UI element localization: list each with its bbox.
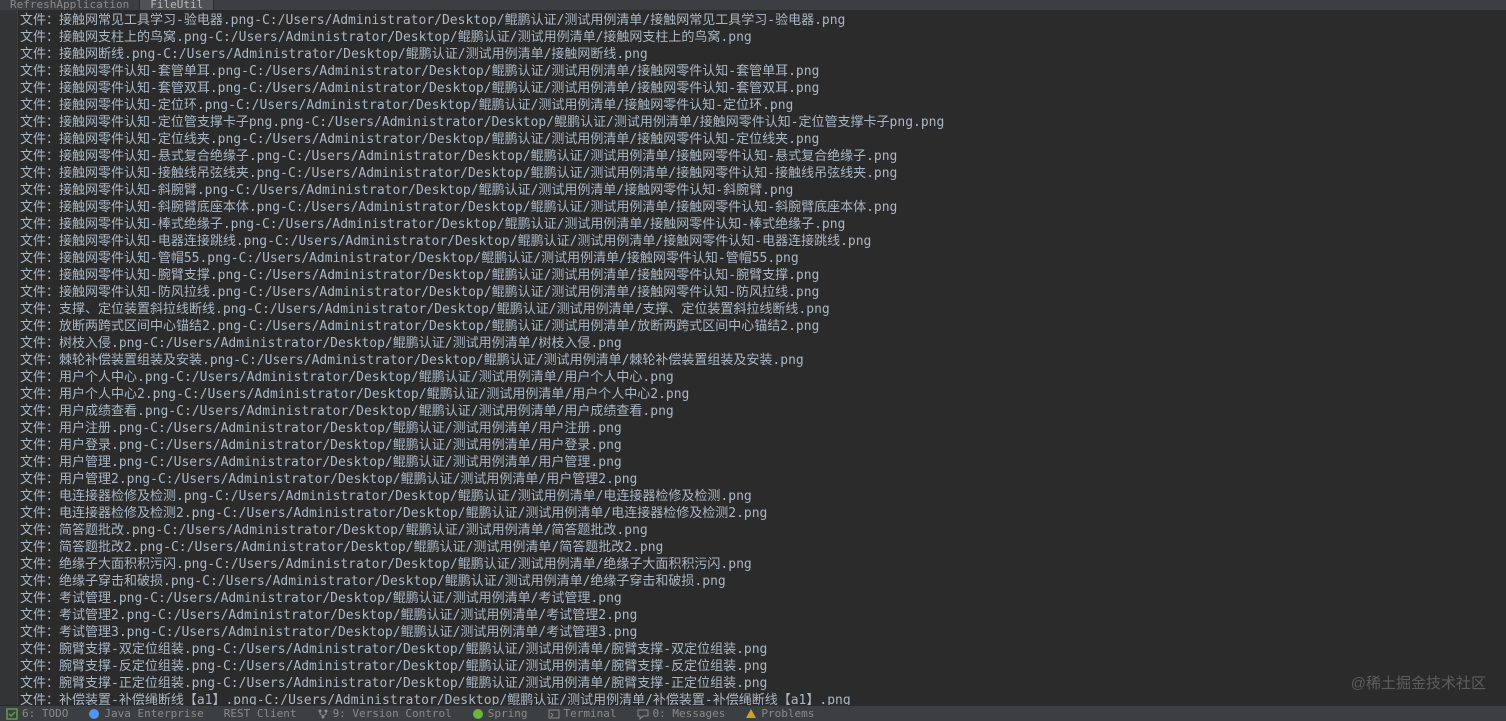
spring-icon bbox=[472, 708, 484, 720]
tab-refresh-application[interactable]: RefreshApplication bbox=[0, 0, 140, 10]
tab-label: RefreshApplication bbox=[10, 0, 129, 10]
tab-label: FileUtil bbox=[150, 0, 203, 10]
console-line: 文件：接触网零件认知-定位环.png-C:/Users/Administrato… bbox=[20, 97, 1506, 114]
console-line: 文件：用户个人中心2.png-C:/Users/Administrator/De… bbox=[20, 386, 1506, 403]
console-line: 文件：用户管理.png-C:/Users/Administrator/Deskt… bbox=[20, 454, 1506, 471]
console-line: 文件：简答题批改.png-C:/Users/Administrator/Desk… bbox=[20, 522, 1506, 539]
console-line: 文件：接触网零件认知-管帽55.png-C:/Users/Administrat… bbox=[20, 250, 1506, 267]
tool-spring[interactable]: Spring bbox=[472, 707, 528, 720]
console-line: 文件：简答题批改2.png-C:/Users/Administrator/Des… bbox=[20, 539, 1506, 556]
console-line: 文件：接触网零件认知-定位线夹.png-C:/Users/Administrat… bbox=[20, 131, 1506, 148]
console-line: 文件：接触网零件认知-棒式绝缘子.png-C:/Users/Administra… bbox=[20, 216, 1506, 233]
tool-label: REST Client bbox=[224, 707, 297, 720]
tool-problems[interactable]: Problems bbox=[745, 707, 814, 720]
console-line: 文件：绝缘子大面积积污闪.png-C:/Users/Administrator/… bbox=[20, 556, 1506, 573]
gutter bbox=[0, 10, 18, 705]
console-line: 文件：接触网常见工具学习-验电器.png-C:/Users/Administra… bbox=[20, 12, 1506, 29]
console-line: 文件：接触网零件认知-套管双耳.png-C:/Users/Administrat… bbox=[20, 80, 1506, 97]
tool-label: Spring bbox=[488, 707, 528, 720]
console-line: 文件：接触网零件认知-套管单耳.png-C:/Users/Administrat… bbox=[20, 63, 1506, 80]
console-line: 文件：放断两跨式区间中心锚结2.png-C:/Users/Administrat… bbox=[20, 318, 1506, 335]
tool-rest-client[interactable]: REST Client bbox=[224, 707, 297, 720]
console-line: 文件：接触网支柱上的鸟窝.png-C:/Users/Administrator/… bbox=[20, 29, 1506, 46]
console-line: 文件：电连接器检修及检测.png-C:/Users/Administrator/… bbox=[20, 488, 1506, 505]
tool-label: 9: Version Control bbox=[333, 707, 452, 720]
editor-tabs: RefreshApplication FileUtil bbox=[0, 0, 1506, 10]
console-line: 文件：树枝入侵.png-C:/Users/Administrator/Deskt… bbox=[20, 335, 1506, 352]
console-line: 文件：电连接器检修及检测2.png-C:/Users/Administrator… bbox=[20, 505, 1506, 522]
console-line: 文件：用户成绩查看.png-C:/Users/Administrator/Des… bbox=[20, 403, 1506, 420]
tab-fileutil[interactable]: FileUtil bbox=[140, 0, 214, 10]
console-line: 文件：用户注册.png-C:/Users/Administrator/Deskt… bbox=[20, 420, 1506, 437]
console-line: 文件：腕臂支撑-正定位组装.png-C:/Users/Administrator… bbox=[20, 675, 1506, 692]
tool-todo[interactable]: 6: TODO bbox=[6, 707, 68, 720]
tool-label: Problems bbox=[761, 707, 814, 720]
console-line: 文件：考试管理.png-C:/Users/Administrator/Deskt… bbox=[20, 590, 1506, 607]
console-line: 文件：棘轮补偿装置组装及安装.png-C:/Users/Administrato… bbox=[20, 352, 1506, 369]
console-line: 文件：绝缘子穿击和破损.png-C:/Users/Administrator/D… bbox=[20, 573, 1506, 590]
checkbox-icon bbox=[6, 708, 18, 720]
console-line: 文件：接触网零件认知-接触线吊弦线夹.png-C:/Users/Administ… bbox=[20, 165, 1506, 182]
console-line: 文件：接触网零件认知-定位管支撑卡子png.png-C:/Users/Admin… bbox=[20, 114, 1506, 131]
tool-messages[interactable]: 0: Messages bbox=[637, 707, 726, 720]
console-line: 文件：补偿装置-补偿绳断线【a1】.png-C:/Users/Administr… bbox=[20, 692, 1506, 705]
console-line: 文件：接触网零件认知-斜腕臂底座本体.png-C:/Users/Administ… bbox=[20, 199, 1506, 216]
console-line: 文件：腕臂支撑-双定位组装.png-C:/Users/Administrator… bbox=[20, 641, 1506, 658]
tool-label: Java Enterprise bbox=[104, 707, 203, 720]
status-bar: 6: TODO Java Enterprise REST Client 9: V… bbox=[0, 705, 1506, 721]
message-icon bbox=[637, 708, 649, 720]
console-line: 文件：腕臂支撑-反定位组装.png-C:/Users/Administrator… bbox=[20, 658, 1506, 675]
console-line: 文件：用户管理2.png-C:/Users/Administrator/Desk… bbox=[20, 471, 1506, 488]
console-line: 文件：考试管理3.png-C:/Users/Administrator/Desk… bbox=[20, 624, 1506, 641]
console-line: 文件：接触网零件认知-腕臂支撑.png-C:/Users/Administrat… bbox=[20, 267, 1506, 284]
tool-label: 6: TODO bbox=[22, 707, 68, 720]
java-icon bbox=[88, 708, 100, 720]
warning-icon bbox=[745, 708, 757, 720]
console-line: 文件：接触网断线.png-C:/Users/Administrator/Desk… bbox=[20, 46, 1506, 63]
terminal-icon bbox=[548, 708, 560, 720]
console-line: 文件：支撑、定位装置斜拉线断线.png-C:/Users/Administrat… bbox=[20, 301, 1506, 318]
tool-label: Terminal bbox=[564, 707, 617, 720]
console-line: 文件：接触网零件认知-斜腕臂.png-C:/Users/Administrato… bbox=[20, 182, 1506, 199]
console-line: 文件：用户个人中心.png-C:/Users/Administrator/Des… bbox=[20, 369, 1506, 386]
tool-terminal[interactable]: Terminal bbox=[548, 707, 617, 720]
tool-label: 0: Messages bbox=[653, 707, 726, 720]
branch-icon bbox=[317, 708, 329, 720]
console-output[interactable]: 文件：接触网常见工具学习-验电器.png-C:/Users/Administra… bbox=[0, 10, 1506, 705]
console-line: 文件：考试管理2.png-C:/Users/Administrator/Desk… bbox=[20, 607, 1506, 624]
console-line: 文件：接触网零件认知-防风拉线.png-C:/Users/Administrat… bbox=[20, 284, 1506, 301]
console-line: 文件：接触网零件认知-悬式复合绝缘子.png-C:/Users/Administ… bbox=[20, 148, 1506, 165]
console-lines: 文件：接触网常见工具学习-验电器.png-C:/Users/Administra… bbox=[20, 12, 1506, 705]
tool-version-control[interactable]: 9: Version Control bbox=[317, 707, 452, 720]
console-line: 文件：接触网零件认知-电器连接跳线.png-C:/Users/Administr… bbox=[20, 233, 1506, 250]
tool-java-enterprise[interactable]: Java Enterprise bbox=[88, 707, 203, 720]
console-line: 文件：用户登录.png-C:/Users/Administrator/Deskt… bbox=[20, 437, 1506, 454]
